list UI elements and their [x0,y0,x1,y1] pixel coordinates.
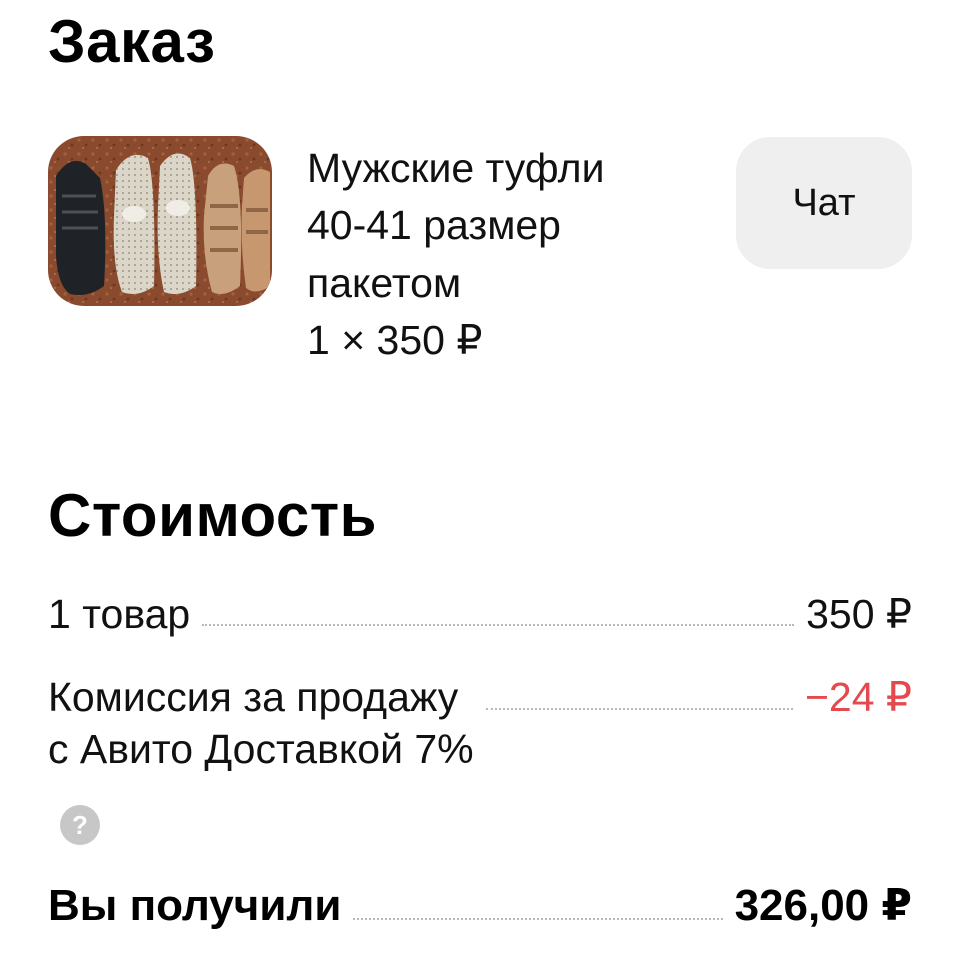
items-count-label: 1 товар [48,591,191,637]
shoes-photo-icon [48,136,272,306]
chat-button[interactable]: Чат [736,137,912,269]
dotted-leader [485,708,793,710]
dotted-leader [202,624,795,627]
product-name-line-1[interactable]: Мужские туфли [307,140,707,197]
product-name-line-2[interactable]: 40-41 размер [307,197,707,254]
product-image[interactable] [48,136,272,306]
cost-title: Стоимость [48,482,378,549]
total-label: Вы получили [48,881,342,930]
commission-label-line-1: Комиссия за продажу [48,674,459,720]
total-row: Вы получили 326,00 ₽ [48,878,912,934]
items-cost-value: 350 ₽ [806,591,912,637]
product-info: Мужские туфли 40-41 размер пакетом 1 × 3… [307,140,707,370]
order-title: Заказ [48,8,216,75]
question-icon[interactable]: ? [60,805,100,845]
commission-label: Комиссия за продажу с Авито Доставкой 7% [48,671,474,776]
commission-row: Комиссия за продажу с Авито Доставкой 7%… [48,671,912,776]
product-name-line-3[interactable]: пакетом [307,255,707,312]
items-cost-row: 1 товар 350 ₽ [48,588,912,640]
dotted-leader [353,918,723,921]
commission-label-line-2: с Авито Доставкой 7% [48,726,474,773]
total-value: 326,00 ₽ [734,881,912,930]
commission-value: −24 ₽ [804,674,912,720]
product-quantity-price: 1 × 350 ₽ [307,317,483,364]
